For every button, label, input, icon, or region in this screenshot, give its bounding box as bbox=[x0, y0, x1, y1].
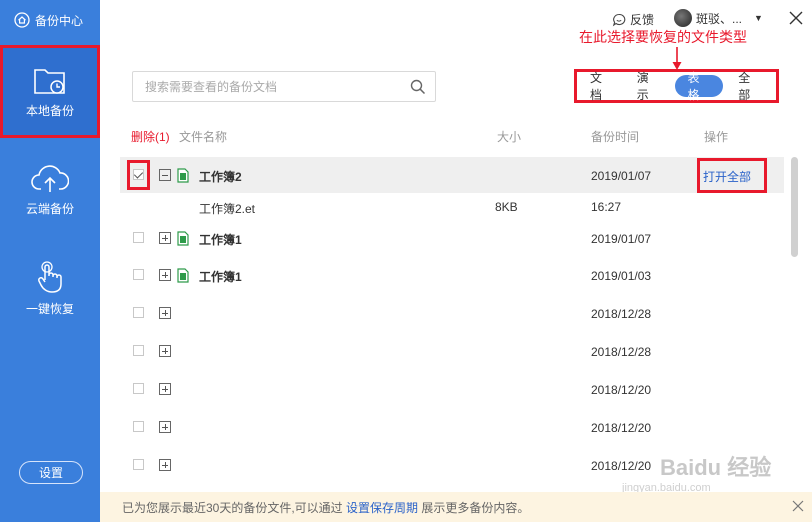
row-checkbox[interactable] bbox=[133, 421, 144, 432]
sidebar-item-label: 本地备份 bbox=[25, 104, 74, 118]
settings-button[interactable]: 设置 bbox=[19, 461, 83, 484]
row-checkbox[interactable] bbox=[133, 232, 144, 243]
delete-button[interactable]: 删除(1) bbox=[131, 128, 170, 145]
sidebar-item-label: 云端备份 bbox=[25, 202, 74, 216]
user-name: 斑驳、... bbox=[696, 11, 743, 26]
file-name: 工作簿2 bbox=[199, 170, 242, 184]
table-row[interactable]: 工作簿1 2019/01/03 bbox=[120, 257, 784, 293]
home-icon bbox=[14, 12, 30, 28]
feedback-button[interactable]: 反馈 bbox=[612, 11, 654, 28]
row-checkbox[interactable] bbox=[133, 345, 144, 356]
expand-icon[interactable] bbox=[159, 232, 171, 244]
scrollbar-thumb[interactable] bbox=[791, 157, 798, 257]
row-checkbox[interactable] bbox=[133, 459, 144, 470]
backup-date: 2019/01/07 bbox=[591, 232, 652, 246]
hand-pointer-icon bbox=[38, 261, 62, 293]
row-checkbox[interactable] bbox=[133, 307, 144, 318]
tab-spreadsheets[interactable]: 表格 bbox=[674, 71, 724, 102]
spreadsheet-icon bbox=[177, 268, 189, 283]
cloud-upload-icon bbox=[31, 165, 69, 192]
chat-bubble-icon bbox=[612, 13, 626, 26]
search-box bbox=[132, 71, 436, 102]
backup-date: 2018/12/28 bbox=[591, 307, 652, 321]
column-header-name: 文件名称 bbox=[179, 130, 228, 144]
file-type-filter: 文档 演示 表格 全部 bbox=[574, 69, 779, 103]
backup-date: 2018/12/28 bbox=[591, 345, 652, 359]
retention-settings-link[interactable]: 设置保存周期 bbox=[346, 501, 418, 515]
arrow-down-icon bbox=[672, 47, 682, 70]
tab-all[interactable]: 全部 bbox=[729, 71, 770, 102]
sidebar-item-cloud-backup[interactable]: 云端备份 bbox=[0, 160, 100, 230]
expand-icon[interactable] bbox=[159, 421, 171, 433]
row-checkbox[interactable] bbox=[133, 169, 144, 180]
folder-clock-icon bbox=[34, 69, 65, 94]
expand-icon[interactable] bbox=[159, 345, 171, 357]
caret-down-icon: ▼ bbox=[754, 13, 763, 23]
search-icon[interactable] bbox=[410, 79, 426, 95]
brand-title: 备份中心 bbox=[35, 13, 84, 28]
watermark-text: Baidu 经验 bbox=[660, 455, 772, 480]
annotation-text: 在此选择要恢复的文件类型 bbox=[579, 30, 747, 46]
spreadsheet-icon bbox=[177, 168, 189, 183]
list-item: 工作簿2.et 8KB 16:27 bbox=[120, 193, 784, 221]
table-row[interactable]: 2018/12/28 bbox=[120, 295, 784, 331]
footer-notice: 已为您展示最近30天的备份文件,可以通过 设置保存周期 展示更多备份内容。 bbox=[100, 492, 812, 522]
footer-text: 已为您展示最近30天的备份文件,可以通过 bbox=[122, 501, 347, 515]
avatar bbox=[674, 9, 692, 27]
table-row[interactable]: 工作簿1 2019/01/07 bbox=[120, 220, 784, 256]
tab-documents[interactable]: 文档 bbox=[581, 71, 622, 102]
backup-time: 16:27 bbox=[591, 200, 622, 214]
open-all-link[interactable]: 打开全部 bbox=[703, 168, 751, 185]
footer-text: 展示更多备份内容。 bbox=[418, 501, 530, 515]
file-size: 8KB bbox=[495, 200, 518, 214]
sidebar-item-label: 一键恢复 bbox=[25, 302, 74, 316]
user-menu[interactable]: 斑驳、... ▼ bbox=[674, 9, 763, 27]
expand-icon[interactable] bbox=[159, 459, 171, 471]
collapse-icon[interactable] bbox=[159, 169, 171, 181]
row-checkbox[interactable] bbox=[133, 269, 144, 280]
feedback-label: 反馈 bbox=[630, 13, 655, 27]
sidebar: 备份中心 本地备份 云端备份 一键恢复 设置 bbox=[0, 0, 100, 522]
backup-center-window: 备份中心 本地备份 云端备份 一键恢复 设置 反馈 斑驳、... ▼ 在此选择要… bbox=[0, 0, 812, 522]
column-header-size: 大小 bbox=[497, 130, 522, 144]
table-row[interactable]: 2018/12/20 bbox=[120, 371, 784, 407]
table-row[interactable]: 2018/12/28 bbox=[120, 333, 784, 369]
backup-date: 2019/01/03 bbox=[591, 269, 652, 283]
close-icon[interactable] bbox=[786, 8, 806, 28]
backup-date: 2018/12/20 bbox=[591, 421, 652, 435]
backup-date: 2018/12/20 bbox=[591, 383, 652, 397]
brand: 备份中心 bbox=[0, 0, 100, 40]
close-icon[interactable] bbox=[792, 500, 804, 512]
file-name: 工作簿1 bbox=[199, 233, 242, 247]
file-name: 工作簿1 bbox=[199, 270, 242, 284]
column-header-time: 备份时间 bbox=[591, 130, 640, 144]
table-row[interactable]: 工作簿2 2019/01/07 bbox=[120, 157, 784, 193]
spreadsheet-icon bbox=[177, 231, 189, 246]
expand-icon[interactable] bbox=[159, 307, 171, 319]
sidebar-item-one-click-restore[interactable]: 一键恢复 bbox=[0, 258, 100, 328]
search-input[interactable] bbox=[133, 72, 403, 101]
backup-date: 2018/12/20 bbox=[591, 459, 652, 473]
backup-date: 2019/01/07 bbox=[591, 169, 652, 183]
sidebar-item-local-backup[interactable]: 本地备份 bbox=[0, 45, 100, 138]
tab-presentations[interactable]: 演示 bbox=[628, 71, 669, 102]
column-header-ops: 操作 bbox=[704, 130, 729, 144]
table-row[interactable]: 2018/12/20 bbox=[120, 409, 784, 445]
sub-file-name: 工作簿2.et bbox=[199, 202, 256, 216]
row-checkbox[interactable] bbox=[133, 383, 144, 394]
footer-message: 已为您展示最近30天的备份文件,可以通过 设置保存周期 展示更多备份内容。 bbox=[122, 499, 529, 516]
expand-icon[interactable] bbox=[159, 383, 171, 395]
expand-icon[interactable] bbox=[159, 269, 171, 281]
